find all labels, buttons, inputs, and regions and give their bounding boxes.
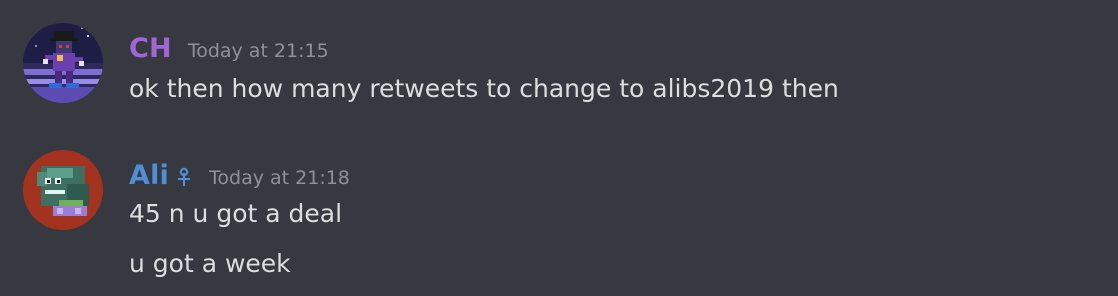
username[interactable]: CH xyxy=(129,33,172,64)
timestamp[interactable]: Today at 21:15 xyxy=(188,40,329,62)
username[interactable]: Ali xyxy=(129,160,169,191)
timestamp[interactable]: Today at 21:18 xyxy=(209,167,350,189)
pixel-character-avatar-icon xyxy=(23,23,103,103)
message-text: u got a week xyxy=(129,249,291,278)
message-text: ok then how many retweets to change to a… xyxy=(129,74,839,103)
avatar[interactable] xyxy=(23,23,103,103)
message-header: CH Today at 21:15 xyxy=(129,33,329,64)
chat-messages: CH Today at 21:15 ok then how many retwe… xyxy=(0,0,1118,296)
pixel-creature-avatar-icon xyxy=(23,150,103,230)
message-text: 45 n u got a deal xyxy=(129,199,343,228)
message-header: Ali Today at 21:18 xyxy=(129,160,350,191)
avatar[interactable] xyxy=(23,150,103,230)
sprout-icon xyxy=(175,166,193,186)
